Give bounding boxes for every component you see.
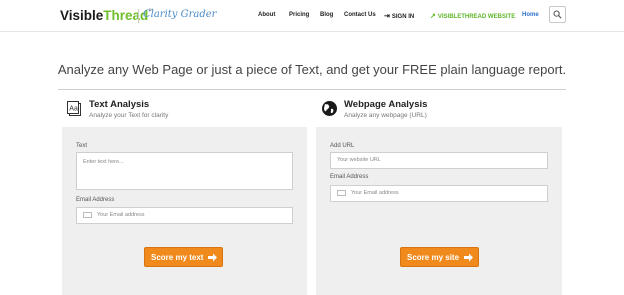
arrow-right-icon	[464, 253, 473, 262]
webpage-email-placeholder: Your Email address	[351, 190, 399, 196]
nav-home-link[interactable]: Home	[522, 12, 539, 18]
globe-icon	[322, 101, 337, 116]
score-text-label: Score my text	[151, 253, 204, 262]
search-button[interactable]	[549, 6, 566, 23]
url-input[interactable]: Your website URL	[330, 152, 548, 169]
search-icon	[553, 10, 562, 19]
page-headline: Analyze any Web Page or just a piece of …	[57, 62, 567, 77]
webpage-analysis-title: Webpage Analysis	[344, 99, 428, 110]
nav-contact-link[interactable]: Contact Us	[344, 12, 376, 18]
score-site-label: Score my site	[407, 253, 460, 262]
logo-text-main: Visible	[60, 8, 104, 23]
url-input-placeholder: Your website URL	[337, 157, 381, 163]
logo-divider	[138, 9, 139, 23]
clarity-grader-label: Clarity Grader	[143, 9, 217, 20]
text-email-label: Email Address	[76, 197, 115, 203]
text-field-label: Text	[76, 143, 88, 149]
mail-icon	[337, 189, 346, 196]
logo-text-accent: Thread	[103, 8, 149, 23]
score-my-text-button[interactable]: Score my text	[144, 247, 223, 267]
top-navigation-bar: VisibleThread™ Clarity Grader About Pric…	[0, 0, 624, 32]
webpage-analysis-panel: Add URL Your website URL Email Address Y…	[316, 127, 562, 295]
webpage-email-input[interactable]: Your Email address	[330, 185, 548, 202]
svg-text:Aa: Aa	[69, 106, 78, 113]
mail-icon	[83, 211, 92, 218]
document-text-icon: Aa	[67, 101, 81, 116]
score-my-site-button[interactable]: Score my site	[400, 247, 479, 267]
text-input-area[interactable]: Enter text here...	[76, 152, 293, 190]
text-email-input[interactable]: Your Email address	[76, 207, 293, 224]
nav-pricing-link[interactable]: Pricing	[289, 12, 309, 18]
text-input-placeholder: Enter text here...	[83, 159, 124, 165]
text-analysis-subtitle: Analyze your Text for clarity	[89, 112, 169, 119]
nav-signin-link[interactable]: ⇥ SIGN IN	[384, 12, 414, 20]
url-field-label: Add URL	[330, 143, 355, 149]
nav-signin-label: SIGN IN	[391, 14, 415, 20]
arrow-up-right-icon: ↗	[430, 13, 436, 20]
headline-divider	[58, 89, 566, 90]
nav-website-label: VISIBLETHREAD WEBSITE	[437, 14, 516, 20]
sign-in-icon: ⇥	[384, 13, 390, 20]
webpage-analysis-subtitle: Analyze any webpage (URL)	[344, 112, 427, 119]
nav-website-link[interactable]: ↗ VISIBLETHREAD WEBSITE	[430, 12, 515, 20]
text-analysis-title: Text Analysis	[89, 99, 150, 110]
visiblethread-logo[interactable]: VisibleThread™	[60, 8, 153, 23]
text-email-placeholder: Your Email address	[97, 212, 145, 218]
text-analysis-panel: Text Enter text here... Email Address Yo…	[62, 127, 307, 295]
webpage-email-label: Email Address	[330, 174, 369, 180]
arrow-right-icon	[208, 253, 217, 262]
nav-blog-link[interactable]: Blog	[320, 12, 333, 18]
nav-about-link[interactable]: About	[258, 12, 275, 18]
